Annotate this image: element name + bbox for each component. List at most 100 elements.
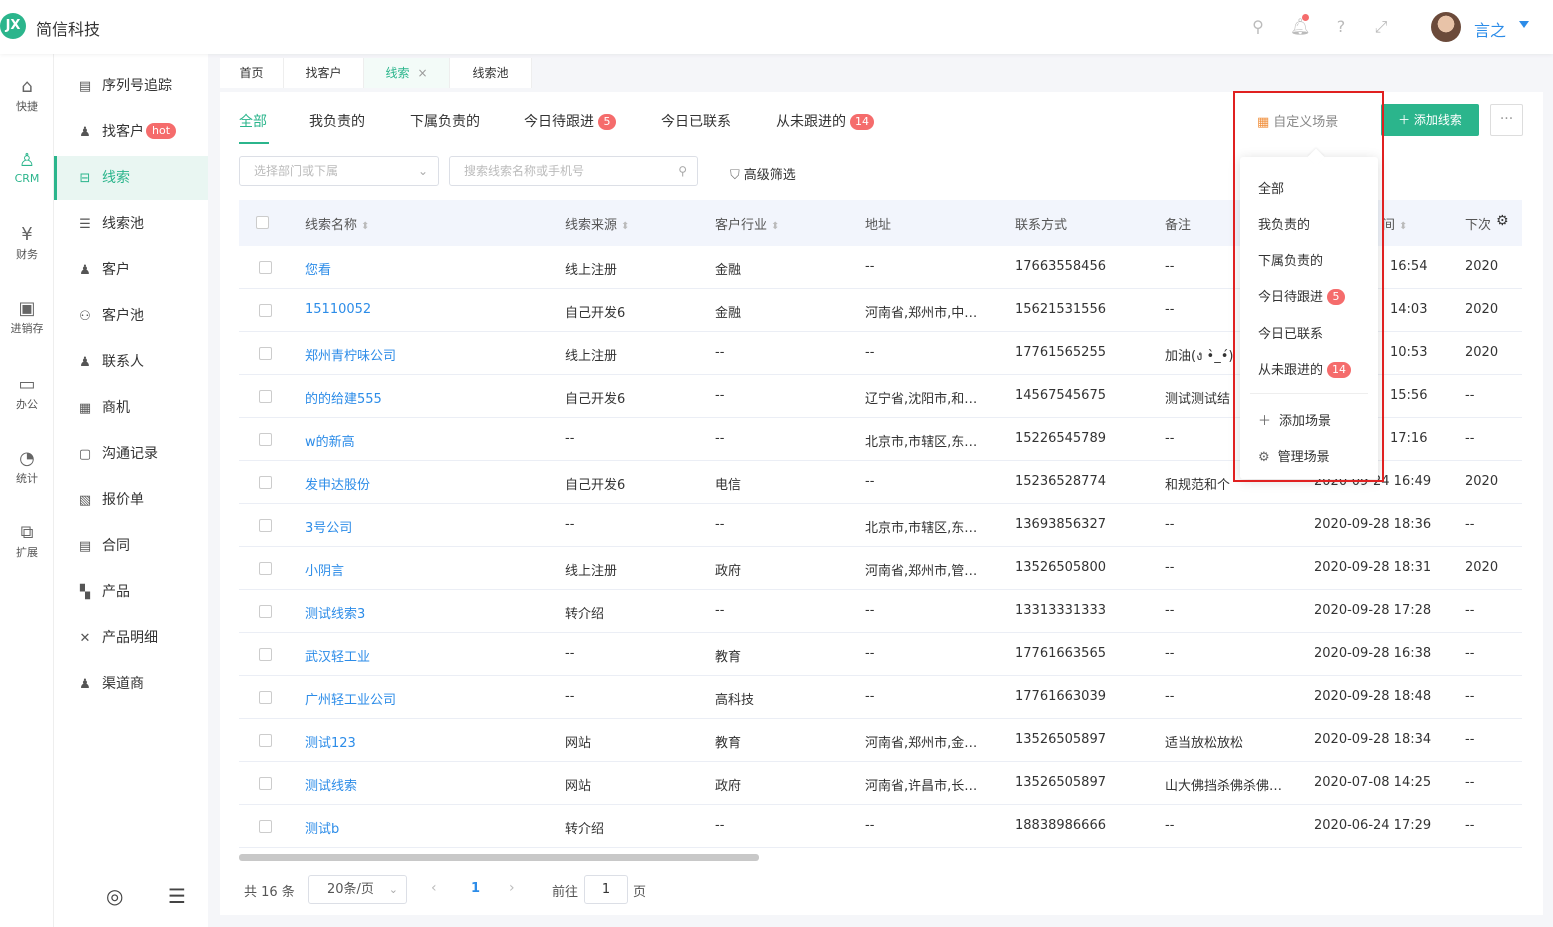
search-icon[interactable]: ⚲ xyxy=(1248,17,1268,37)
dept-select[interactable]: 选择部门或下属 ⌄ xyxy=(239,156,439,186)
sort-icon[interactable]: ⬍ xyxy=(621,221,629,232)
row-checkbox[interactable] xyxy=(259,304,272,317)
subnav-item-leads[interactable]: ⊟ 线索 xyxy=(54,156,208,200)
settings-icon[interactable]: ◎ xyxy=(106,884,123,908)
column-settings-icon[interactable]: ⚙ xyxy=(1496,213,1509,229)
sort-icon[interactable]: ⬍ xyxy=(361,221,369,232)
tab-home[interactable]: 首页 xyxy=(220,58,284,88)
horizontal-scrollbar[interactable] xyxy=(239,854,759,861)
row-checkbox[interactable] xyxy=(259,777,272,790)
table-row[interactable]: 测试b 转介绍 -- -- 18838986666 -- 2020-06-24 17:29 -… xyxy=(239,805,1522,848)
prev-page-icon[interactable]: ‹ xyxy=(431,880,437,896)
lead-name-link[interactable]: 测试线索3 xyxy=(305,603,365,622)
row-checkbox[interactable] xyxy=(259,476,272,489)
lead-name-link[interactable]: w的新高 xyxy=(305,431,355,450)
scene-label: 下属负责的 xyxy=(410,114,480,130)
column-header[interactable]: 线索名称 ⬍ xyxy=(305,214,369,233)
table-row[interactable]: 测试123 网站 教育 河南省,郑州市,金… 13526505897 适当放松放松 2020… xyxy=(239,719,1522,762)
collapse-menu-icon[interactable]: ☰ xyxy=(168,884,186,908)
column-header[interactable]: 客户行业 ⬍ xyxy=(715,214,779,233)
row-checkbox[interactable] xyxy=(259,390,272,403)
next-page-icon[interactable]: › xyxy=(509,880,515,896)
lead-name-link[interactable]: 广州轻工业公司 xyxy=(305,689,396,708)
company-name: 简信科技 xyxy=(36,20,101,39)
row-checkbox[interactable] xyxy=(259,433,272,446)
column-header[interactable]: 间 ⬍ xyxy=(1382,214,1407,233)
table-row[interactable]: 小阴言 线上注册 政府 河南省,郑州市,管… 13526505800 -- 2020-09-… xyxy=(239,547,1522,590)
fullscreen-icon[interactable]: ⤢ xyxy=(1371,17,1391,37)
row-checkbox[interactable] xyxy=(259,648,272,661)
scene-tab-mine[interactable]: 我负责的 xyxy=(309,111,365,131)
row-checkbox[interactable] xyxy=(259,820,272,833)
row-checkbox[interactable] xyxy=(259,562,272,575)
scene-tab-all[interactable]: 全部 xyxy=(239,111,267,131)
scene-tab-today-followup[interactable]: 今日待跟进 5 xyxy=(524,111,616,131)
subnav-item-contract[interactable]: ▤ 合同 xyxy=(54,524,208,568)
row-checkbox[interactable] xyxy=(259,691,272,704)
sort-icon[interactable]: ⬍ xyxy=(1399,221,1407,232)
scene-tab-today-contacted[interactable]: 今日已联系 xyxy=(661,111,731,131)
subnav-item-customer-pool[interactable]: ⚇ 客户池 xyxy=(54,294,208,338)
row-checkbox[interactable] xyxy=(259,605,272,618)
lead-name-link[interactable]: 的的给建555 xyxy=(305,388,382,407)
rail-item-office[interactable]: ▭ 办公 xyxy=(0,374,54,412)
subnav-item-find-customer[interactable]: ♟ 找客户 hot xyxy=(54,110,208,154)
close-icon[interactable]: × xyxy=(417,66,427,80)
scene-tab-subordinate[interactable]: 下属负责的 xyxy=(410,111,480,131)
advanced-filter-button[interactable]: ⛉ 高级筛选 xyxy=(730,164,796,183)
tab-find-customer[interactable]: 找客户 xyxy=(284,58,364,88)
lead-name-link[interactable]: 测试123 xyxy=(305,732,356,751)
scene-label: 今日待跟进 xyxy=(524,114,594,130)
column-header[interactable]: 线索来源 ⬍ xyxy=(565,214,629,233)
table-row[interactable]: 3号公司 -- -- 北京市,市辖区,东… 13693856327 -- 2020-09-2… xyxy=(239,504,1522,547)
rail-item-finance[interactable]: ¥ 财务 xyxy=(0,224,54,262)
subnav-item-customer[interactable]: ♟ 客户 xyxy=(54,248,208,292)
tab-leads-pool[interactable]: 线索池 xyxy=(450,58,532,88)
table-row[interactable]: 测试线索 网站 政府 河南省,许昌市,长… 13526505897 山大佛挡杀佛杀佛… 20… xyxy=(239,762,1522,805)
subnav-item-serial[interactable]: ▤ 序列号追踪 xyxy=(54,64,208,108)
goto-page-input[interactable]: 1 xyxy=(584,875,628,904)
search-input[interactable]: 搜索线索名称或手机号 ⚲ xyxy=(449,156,698,186)
chevron-down-icon[interactable] xyxy=(1519,21,1529,28)
more-button[interactable]: ··· xyxy=(1490,104,1523,136)
scene-tab-never-followed[interactable]: 从未跟进的 14 xyxy=(776,111,874,131)
tab-leads[interactable]: 线索 × xyxy=(364,58,450,88)
current-page[interactable]: 1 xyxy=(471,881,480,896)
add-lead-button[interactable]: ＋ 添加线索 xyxy=(1381,104,1479,136)
lead-name-link[interactable]: 3号公司 xyxy=(305,517,352,536)
lead-name-link[interactable]: 郑州青柠味公司 xyxy=(305,345,396,364)
help-icon[interactable]: ? xyxy=(1331,17,1351,37)
row-checkbox[interactable] xyxy=(259,347,272,360)
username[interactable]: 言之 xyxy=(1474,17,1506,41)
rail-item-quick[interactable]: ⌂ 快捷 xyxy=(0,76,54,114)
rail-item-inventory[interactable]: ▣ 进销存 xyxy=(0,298,54,336)
subnav-item-channel[interactable]: ♟ 渠道商 xyxy=(54,662,208,706)
table-row[interactable]: 测试线索3 转介绍 -- -- 13313331333 -- 2020-09-28 17:2… xyxy=(239,590,1522,633)
lead-name-link[interactable]: 测试b xyxy=(305,818,339,837)
select-all-checkbox[interactable] xyxy=(256,216,269,229)
subnav-item-leads-pool[interactable]: ☰ 线索池 xyxy=(54,202,208,246)
subnav-item-opportunity[interactable]: ▦ 商机 xyxy=(54,386,208,430)
subnav-item-contact[interactable]: ♟ 联系人 xyxy=(54,340,208,384)
subnav-item-quote[interactable]: ▧ 报价单 xyxy=(54,478,208,522)
subnav-item-record[interactable]: ▢ 沟通记录 xyxy=(54,432,208,476)
table-row[interactable]: 广州轻工业公司 -- 高科技 -- 17761663039 -- 2020-09-28 18… xyxy=(239,676,1522,719)
subnav-item-product-detail[interactable]: ✕ 产品明细 xyxy=(54,616,208,660)
lead-name-link[interactable]: 武汉轻工业 xyxy=(305,646,370,665)
row-checkbox[interactable] xyxy=(259,519,272,532)
rail-item-stats[interactable]: ◔ 统计 xyxy=(0,448,54,486)
sort-icon[interactable]: ⬍ xyxy=(771,221,779,232)
lead-name-link[interactable]: 小阴言 xyxy=(305,560,344,579)
avatar[interactable] xyxy=(1431,12,1461,42)
lead-name-link[interactable]: 测试线索 xyxy=(305,775,357,794)
lead-name-link[interactable]: 15110052 xyxy=(305,302,371,317)
subnav-item-product[interactable]: ▚ 产品 xyxy=(54,570,208,614)
lead-name-link[interactable]: 发申达股份 xyxy=(305,474,370,493)
rail-item-crm[interactable]: ♙ CRM xyxy=(0,150,54,185)
table-row[interactable]: 武汉轻工业 -- 教育 -- 17761663565 -- 2020-09-28 16:38… xyxy=(239,633,1522,676)
page-size-select[interactable]: 20条/页 ⌄ xyxy=(308,875,407,904)
rail-item-extend[interactable]: ⧉ 扩展 xyxy=(0,522,54,560)
row-checkbox[interactable] xyxy=(259,734,272,747)
lead-name-link[interactable]: 您看 xyxy=(305,259,331,278)
row-checkbox[interactable] xyxy=(259,261,272,274)
